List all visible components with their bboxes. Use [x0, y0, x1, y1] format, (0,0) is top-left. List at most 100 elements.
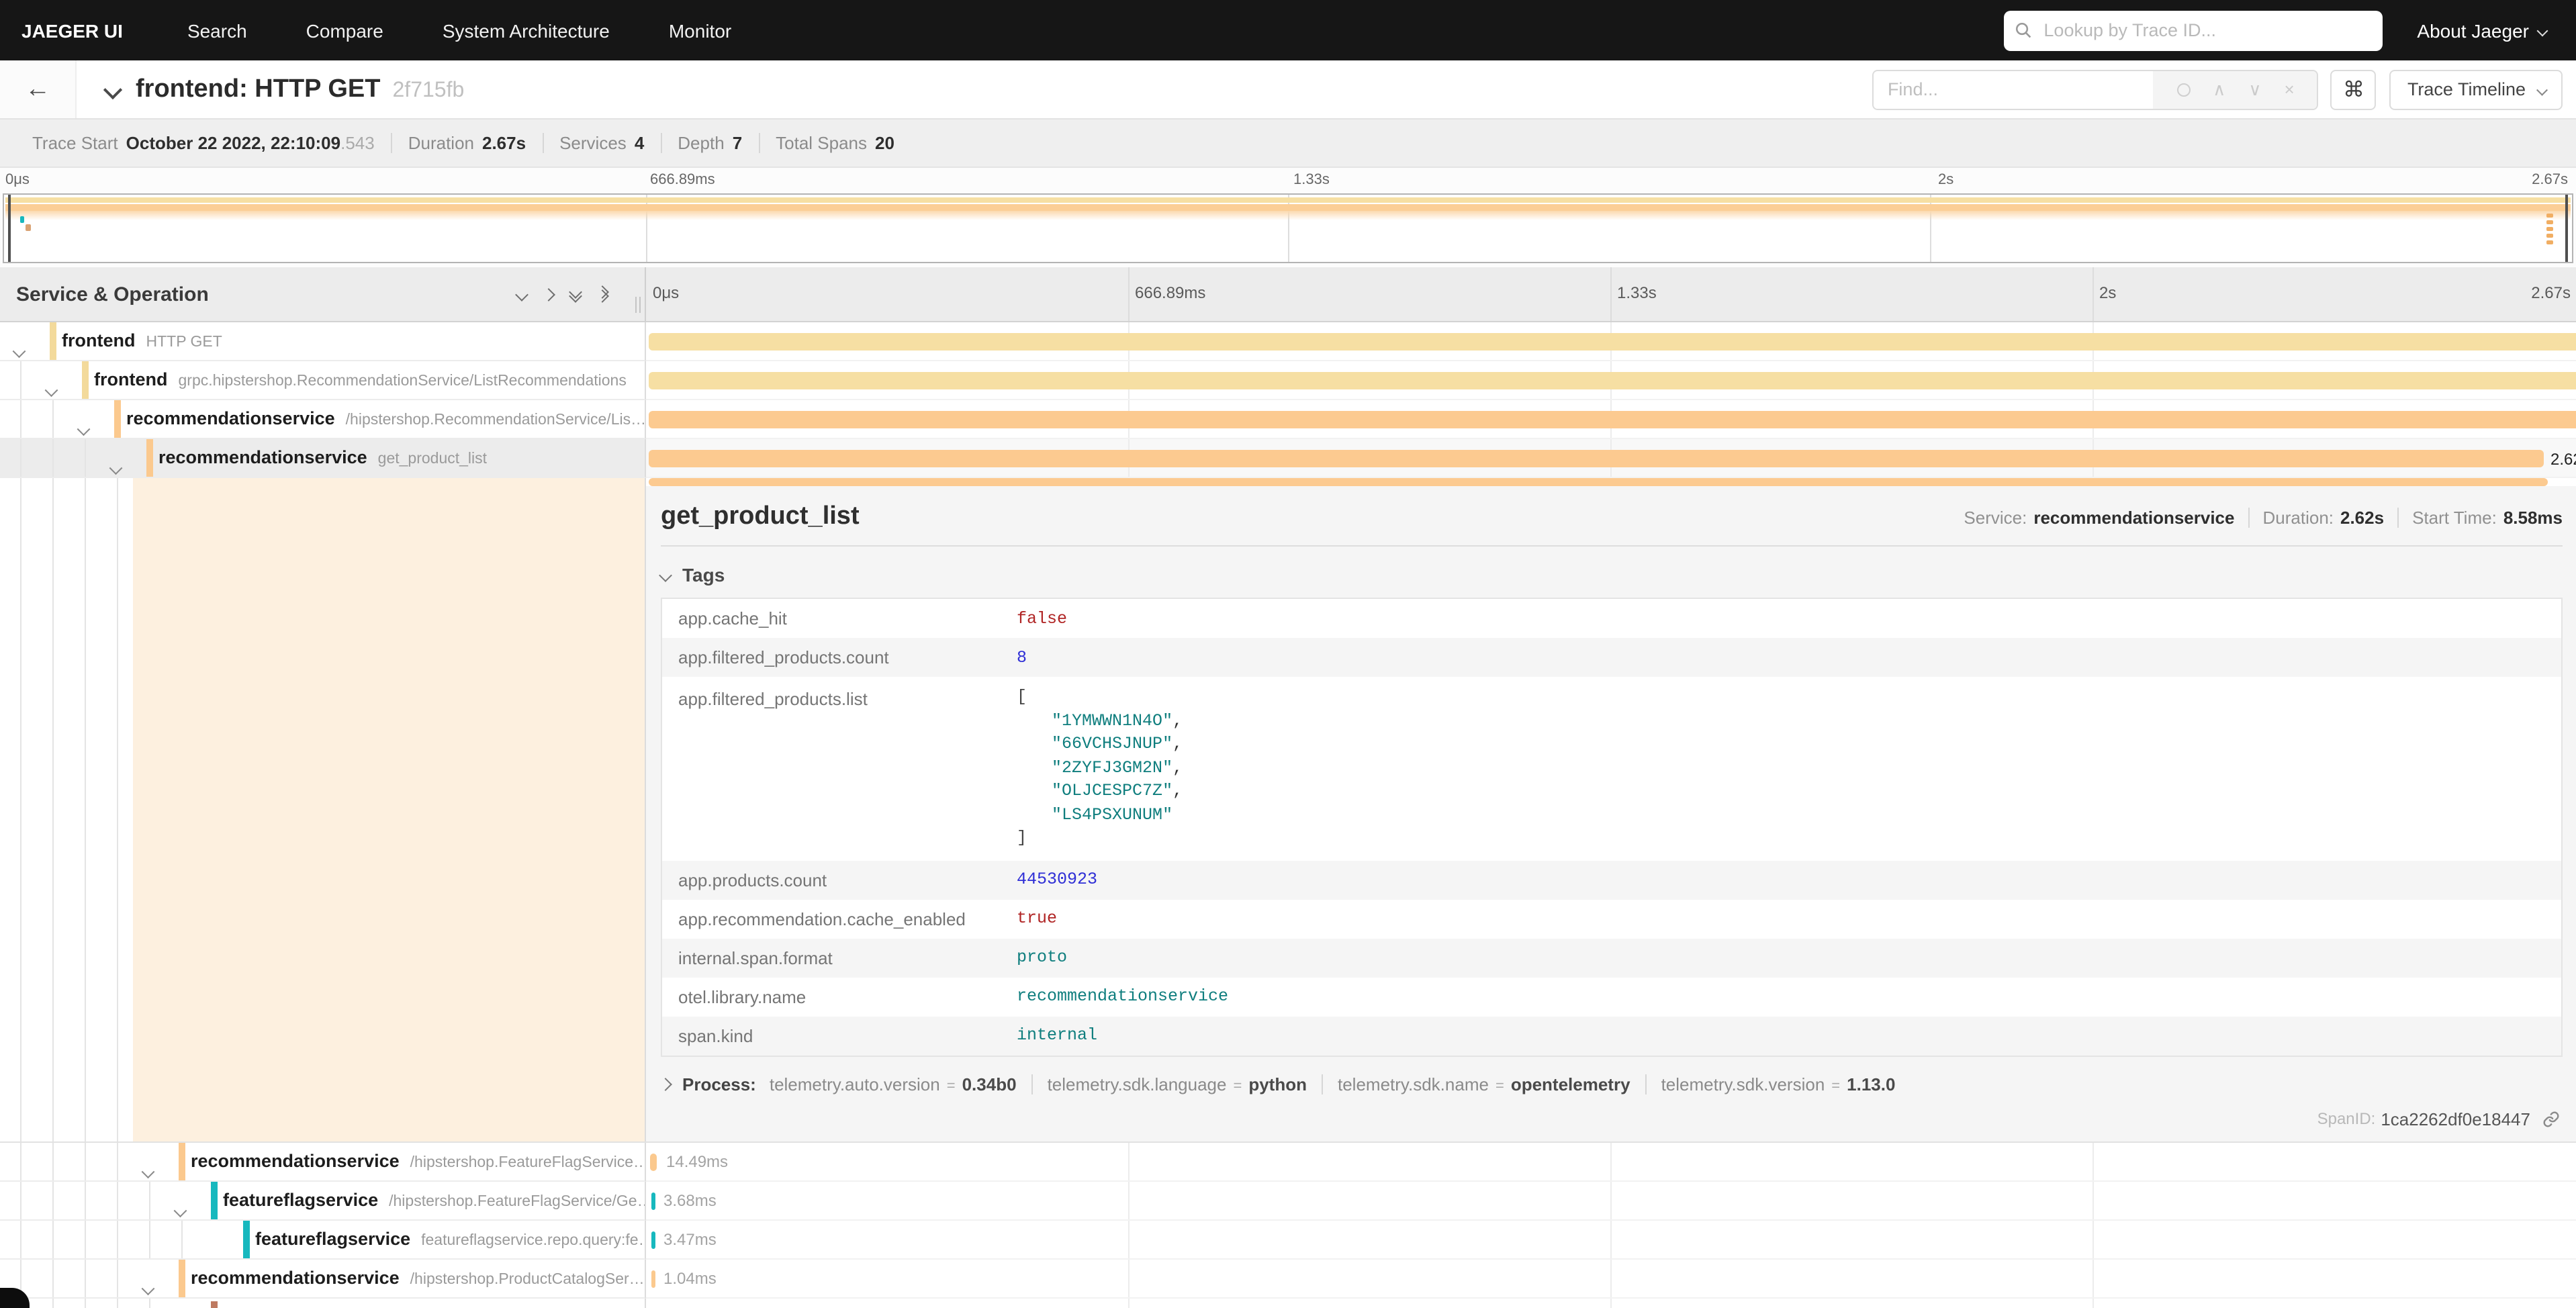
process-kv: telemetry.sdk.name=opentelemetry	[1323, 1074, 1645, 1094]
process-value: 0.34b0	[962, 1074, 1017, 1094]
chevron-down-icon[interactable]	[111, 454, 120, 478]
span-operation: /hipstershop.ProductCatalogSer…	[410, 1272, 645, 1288]
about-jaeger-label: About Jaeger	[2417, 19, 2529, 41]
span-bar[interactable]	[649, 372, 2576, 389]
process-key: telemetry.auto.version	[770, 1074, 940, 1094]
span-operation: grpc.hipstershop.RecommendationService/L…	[179, 373, 627, 389]
span-timeline-cell-selected[interactable]: 2.62s	[646, 439, 2576, 478]
tag-key: app.filtered_products.count	[662, 647, 1017, 667]
span-service-and-op: featureflagservicefeatureflagservice.rep…	[255, 1221, 646, 1260]
minimap-canvas[interactable]	[3, 193, 2573, 263]
find-input[interactable]	[1874, 71, 2154, 108]
span-timeline-cell[interactable]	[646, 361, 2576, 400]
process-section-toggle[interactable]: Process: telemetry.auto.version=0.34b0 t…	[661, 1074, 2563, 1094]
tags-section-toggle[interactable]: Tags	[661, 564, 2563, 586]
indent-guide	[85, 1182, 86, 1219]
span-bar[interactable]	[651, 1270, 655, 1288]
process-key: telemetry.sdk.name	[1338, 1074, 1489, 1094]
nav-item-search[interactable]: Search	[158, 19, 277, 41]
span-name-cell-selected[interactable]: recommendationserviceget_product_list	[0, 439, 646, 478]
span-name-cell[interactable]: featureflagservice/hipstershop.FeatureFl…	[0, 1182, 646, 1221]
trace-id-search-box[interactable]	[2003, 10, 2382, 50]
span-name-cell[interactable]: recommendationservice/hipstershop.Produc…	[0, 1260, 646, 1299]
span-name-cell[interactable]: recommendationservice/hipstershop.Recomm…	[0, 400, 646, 439]
nav-item-monitor[interactable]: Monitor	[639, 19, 761, 41]
focus-scope-icon[interactable]	[2176, 83, 2190, 96]
chevron-down-icon[interactable]	[47, 376, 56, 400]
span-bar[interactable]	[649, 411, 2576, 428]
detail-duration-label: Duration:	[2263, 508, 2334, 528]
tag-row-list: app.filtered_products.list [ 1YMWWN1N4O,…	[662, 677, 2561, 860]
span-timeline-cell[interactable]: 3.68ms	[646, 1182, 2576, 1221]
selected-span-bar[interactable]	[649, 478, 2548, 486]
tag-row: app.recommendation.cache_enabled true	[662, 899, 2561, 938]
nav-item-compare[interactable]: Compare	[277, 19, 413, 41]
minimap-span-mark	[20, 216, 24, 223]
app-brand[interactable]: JAEGER UI	[0, 19, 158, 41]
tag-value: proto	[1017, 948, 1067, 967]
find-group: ∧ ∨ ×	[1873, 69, 2319, 109]
span-name-cell[interactable]: frontendgrpc.hipstershop.RecommendationS…	[0, 361, 646, 400]
about-jaeger-menu[interactable]: About Jaeger	[2417, 19, 2546, 41]
span-timeline-cell[interactable]: 3.47ms	[646, 1221, 2576, 1260]
find-clear-icon[interactable]: ×	[2285, 79, 2295, 99]
indent-guide	[85, 1143, 86, 1180]
summary-duration: Duration 2.67s	[392, 133, 542, 153]
trace-view-selector[interactable]: Trace Timeline	[2390, 69, 2563, 109]
span-timeline-cell[interactable]	[646, 322, 2576, 361]
span-bar[interactable]	[650, 1154, 657, 1171]
indent-guide	[117, 1182, 118, 1219]
indent-guide	[117, 478, 118, 1141]
keyboard-shortcuts-button[interactable]: ⌘	[2331, 69, 2377, 109]
minimap-span-mark	[2546, 214, 2553, 218]
summary-trace-start: Trace Start October 22 2022, 22:10:09.54…	[16, 133, 391, 153]
span-bar[interactable]	[649, 450, 2544, 467]
indent-guide	[52, 1299, 54, 1308]
equals-sign: =	[1496, 1078, 1504, 1094]
trace-collapse-chevron-icon[interactable]	[103, 80, 122, 99]
trace-title-text: frontend: HTTP GET	[136, 75, 381, 103]
span-bar[interactable]	[651, 1193, 655, 1210]
json-list-item: 1YMWWN1N4O	[1052, 711, 1172, 730]
back-button[interactable]: ←	[0, 60, 77, 118]
span-timeline-cell[interactable]	[646, 400, 2576, 439]
summary-depth: Depth 7	[661, 133, 758, 153]
copy-link-icon[interactable]	[2542, 1110, 2560, 1127]
tag-row: otel.library.name recommendationservice	[662, 977, 2561, 1016]
expand-all-icon[interactable]	[598, 286, 607, 302]
process-key: telemetry.sdk.version	[1661, 1074, 1825, 1094]
chevron-down-icon[interactable]	[144, 1158, 152, 1182]
collapse-all-icon[interactable]	[571, 286, 580, 302]
minimap-right-scrubber[interactable]	[2565, 195, 2568, 262]
span-timeline-cell[interactable]	[646, 1299, 2576, 1308]
find-next-icon[interactable]: ∨	[2248, 79, 2261, 100]
find-prev-icon[interactable]: ∧	[2213, 79, 2225, 100]
span-name-cell[interactable]: featureflagservicefeatureflagservice.rep…	[0, 1221, 646, 1260]
tag-key: app.cache_hit	[662, 608, 1017, 628]
summary-value: 2.67s	[482, 133, 526, 153]
span-timeline-cell[interactable]: 14.49ms	[646, 1143, 2576, 1182]
json-bracket: [	[1017, 686, 1183, 710]
indent-guide	[20, 361, 21, 399]
indent-guide	[20, 1182, 21, 1219]
span-name-cell[interactable]: frontendHTTP GET	[0, 322, 646, 361]
indent-guide	[149, 1299, 150, 1308]
nav-item-system-architecture[interactable]: System Architecture	[413, 19, 639, 41]
json-list-item: 2ZYFJ3GM2N	[1052, 758, 1172, 777]
column-resize-handle[interactable]	[635, 297, 641, 313]
timeline-tick: 2s	[2099, 283, 2116, 302]
chevron-down-icon[interactable]	[144, 1274, 152, 1299]
trace-id-search-input[interactable]	[2041, 19, 2371, 42]
chevron-down-icon[interactable]	[79, 415, 88, 439]
span-name-cell[interactable]	[0, 1299, 646, 1308]
span-name-cell[interactable]: recommendationservice/hipstershop.Featur…	[0, 1143, 646, 1182]
trace-title-bar: ← frontend: HTTP GET2f715fb ∧ ∨ × ⌘ Trac…	[0, 60, 2576, 120]
chevron-down-icon[interactable]	[176, 1197, 185, 1221]
span-bar[interactable]	[651, 1231, 655, 1249]
span-timeline-cell[interactable]: 1.04ms	[646, 1260, 2576, 1299]
minimap-left-scrubber[interactable]	[8, 195, 11, 262]
expand-one-icon[interactable]	[544, 286, 553, 302]
collapse-one-icon[interactable]	[517, 286, 526, 302]
chevron-down-icon[interactable]	[15, 337, 24, 361]
span-bar[interactable]	[649, 333, 2576, 351]
